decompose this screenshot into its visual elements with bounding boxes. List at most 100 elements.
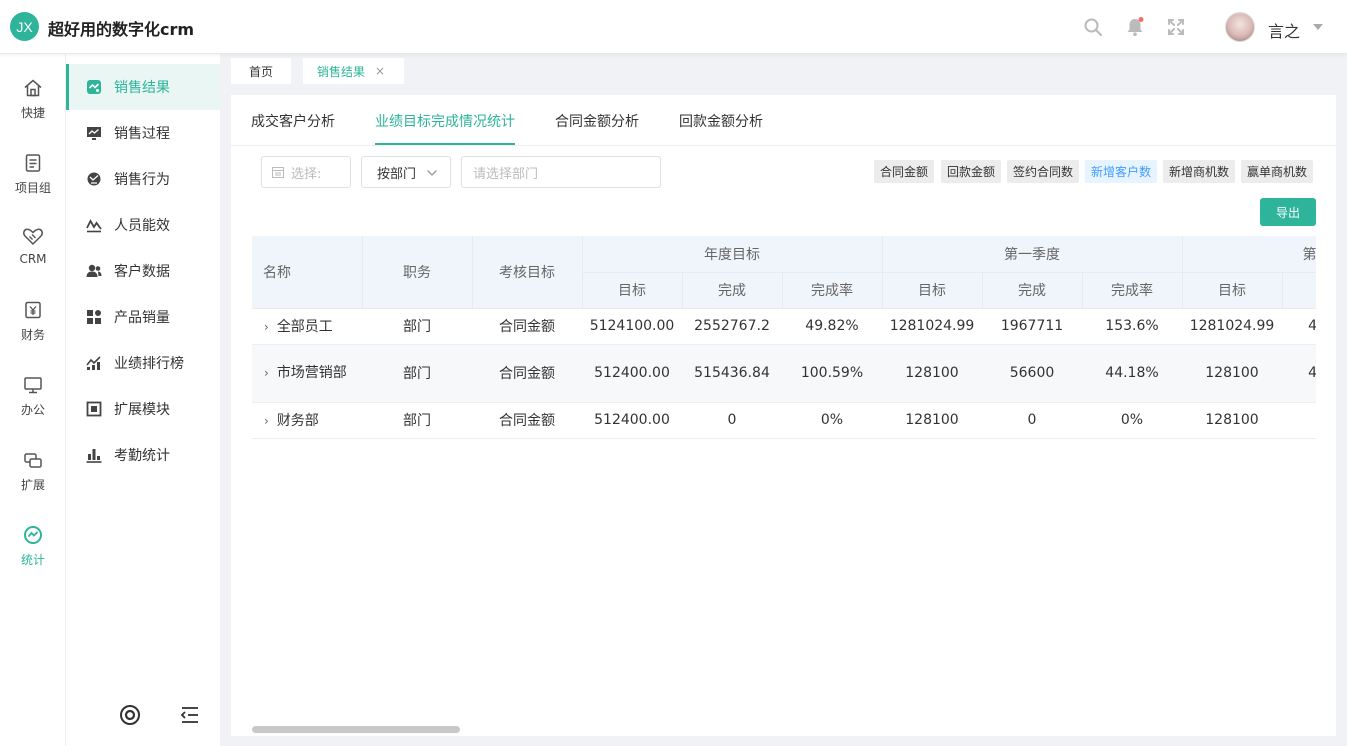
rail-item-project[interactable]: 项目组 [0,153,66,213]
submenu-label: 销售过程 [114,126,170,142]
settings-target-icon[interactable] [119,704,141,726]
cell-q2-target: 128100 [1182,402,1282,439]
target-completion-table: 名称 职务 考核目标 年度目标 第一季度 第 目标 完成 完成率 目标 完成 完… [252,236,1316,528]
submenu-sales-result[interactable]: 销售结果 [66,64,220,110]
rail-label: CRM [19,252,47,266]
rail-item-statistics[interactable]: 统计 [0,525,66,585]
cell-q2-target: 128100 [1182,344,1282,403]
staff-efficiency-icon [86,219,102,233]
expand-row-icon[interactable]: › [264,362,269,384]
product-sales-icon [87,310,101,324]
department-picker[interactable]: 请选择部门 [461,156,661,188]
metric-won-opportunities[interactable]: 赢单商机数 [1241,160,1313,183]
table-row[interactable]: › 全部员工 部门 合同金额 5124100.00 2552767.2 49.82… [252,308,1316,345]
statistics-submenu: 销售结果 销售过程 销售行为 人员能效 客户数据 产品销量 业绩排行榜 扩展模块… [66,54,220,746]
rail-item-finance[interactable]: 财务 [0,300,66,360]
cell-q2-done: 44 [1282,344,1316,403]
col-header-done: 完成 [682,272,783,309]
rail-item-extension[interactable]: 扩展 [0,450,66,510]
cell-q2-target: 1281024.99 [1182,308,1282,345]
expand-row-icon[interactable]: › [264,414,269,428]
export-button[interactable]: 导出 [1260,198,1316,226]
tab-contract-amount-analysis[interactable]: 合同金额分析 [555,111,639,145]
col-header-target: 目标 [1182,272,1283,309]
page-tab-home[interactable]: 首页 [231,58,291,84]
bell-icon[interactable] [1125,17,1145,37]
cell-annual-done: 2552767.2 [682,308,782,345]
row-role: 部门 [362,402,472,439]
fullscreen-icon[interactable] [1166,17,1186,37]
tabs-divider [231,145,1336,146]
submenu-sales-behavior[interactable]: 销售行为 [66,156,220,202]
horizontal-scrollbar[interactable] [252,726,460,733]
table-row[interactable]: › 财务部 部门 合同金额 512400.00 0 0% 128100 0 0% … [252,402,1316,439]
submenu-product-sales[interactable]: 产品销量 [66,294,220,340]
top-bar: JX 超好用的数字化crm 言之 [0,0,1347,54]
handshake-icon [23,228,43,246]
cell-q1-done: 0 [982,402,1082,439]
metric-new-customers[interactable]: 新增客户数 [1085,160,1157,183]
chart-circle-icon [24,526,42,544]
submenu-sales-process[interactable]: 销售过程 [66,110,220,156]
extension-icon [24,453,42,468]
customer-data-icon [86,264,102,277]
user-menu-caret-icon[interactable] [1313,24,1323,30]
row-target-type: 合同金额 [472,308,582,345]
col-header-target: 目标 [882,272,983,309]
page-tabs-bar: 首页 销售结果 × [220,54,1347,84]
rail-label: 快捷 [20,106,45,120]
rail-item-quick[interactable]: 快捷 [0,78,66,138]
rail-item-office[interactable]: 办公 [0,375,66,435]
submenu-attendance[interactable]: 考勤统计 [66,432,220,478]
submenu-customer-data[interactable]: 客户数据 [66,248,220,294]
search-icon[interactable] [1083,17,1103,37]
date-picker[interactable]: 选择: [261,156,351,188]
monitor-icon [24,377,42,394]
col-header-name: 名称 [252,236,363,309]
submenu-label: 销售结果 [114,80,170,96]
metric-signed-contracts[interactable]: 签约合同数 [1007,160,1079,183]
date-placeholder: 选择: [291,166,322,182]
group-by-value: 按部门 [377,166,417,182]
row-role: 部门 [362,344,472,403]
rail-label: 项目组 [14,181,51,195]
metric-new-opportunities[interactable]: 新增商机数 [1163,160,1235,183]
close-tab-icon[interactable]: × [375,64,385,78]
submenu-label: 扩展模块 [114,402,170,418]
metric-payment-amount[interactable]: 回款金额 [941,160,1001,183]
home-icon [24,79,42,97]
content-panel: 成交客户分析 业绩目标完成情况统计 合同金额分析 回款金额分析 选择: 按部门 … [231,95,1336,736]
chevron-down-icon [427,170,437,176]
col-group-q2: 第 [1182,236,1316,273]
page-tab-label: 销售结果 [317,64,366,79]
calendar-icon [272,167,284,178]
col-group-annual: 年度目标 [582,236,883,273]
submenu-label: 考勤统计 [114,448,170,464]
yuan-icon [25,301,41,319]
table-row[interactable]: › 市场营销部 部门 合同金额 512400.00 515436.84 100.5… [252,344,1316,403]
expand-row-icon[interactable]: › [264,320,269,334]
tab-payment-amount-analysis[interactable]: 回款金额分析 [679,111,763,145]
user-avatar[interactable] [1225,12,1255,42]
tab-target-completion[interactable]: 业绩目标完成情况统计 [375,111,515,145]
submenu-performance-ranking[interactable]: 业绩排行榜 [66,340,220,386]
submenu-staff-efficiency[interactable]: 人员能效 [66,202,220,248]
group-by-select[interactable]: 按部门 [361,156,451,188]
app-logo[interactable]: JX [10,12,39,41]
metric-contract-amount[interactable]: 合同金额 [874,160,934,183]
page-tab-sales-result[interactable]: 销售结果 × [303,58,404,84]
submenu-label: 销售行为 [114,172,170,188]
submenu-extension-module[interactable]: 扩展模块 [66,386,220,432]
rail-item-crm[interactable]: CRM [0,226,66,286]
collapse-menu-icon[interactable] [179,704,201,726]
cell-q2-done: 49 [1282,308,1316,345]
user-name[interactable]: 言之 [1268,18,1300,42]
submenu-label: 产品销量 [114,310,170,326]
cell-annual-rate: 100.59% [782,344,882,403]
row-target-type: 合同金额 [472,402,582,439]
department-placeholder: 请选择部门 [473,166,539,182]
row-name: 全部员工 [276,319,333,335]
cell-q1-rate: 44.18% [1082,344,1182,403]
extension-module-icon [86,401,102,417]
tab-deal-customer-analysis[interactable]: 成交客户分析 [251,111,335,145]
